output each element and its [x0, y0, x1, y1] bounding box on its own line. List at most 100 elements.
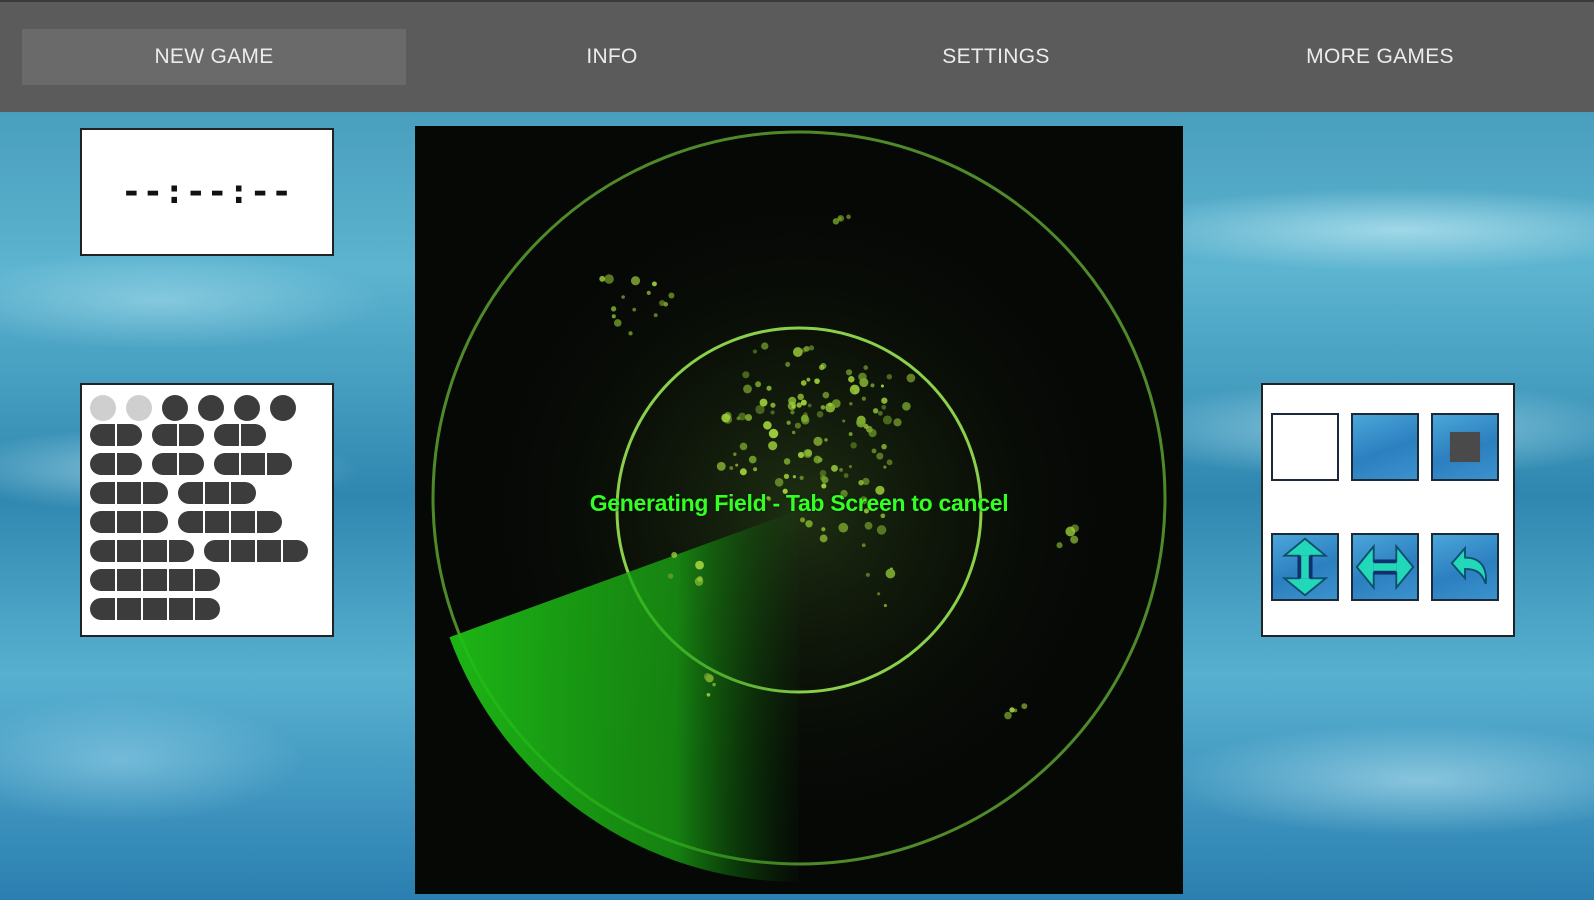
radar-blip — [876, 525, 887, 535]
radar-blip — [877, 410, 883, 416]
radar-blip — [814, 378, 820, 384]
radar-blip — [831, 464, 838, 472]
radar-blip — [766, 385, 772, 391]
radar-blip — [611, 314, 616, 319]
radar-blip — [848, 376, 855, 383]
new-game-button[interactable]: NEW GAME — [22, 29, 406, 85]
radar-blip — [871, 448, 877, 454]
radar-blip — [848, 465, 853, 469]
radar-blip — [736, 416, 741, 421]
radar-blip — [743, 384, 752, 394]
radar-blip — [800, 399, 807, 406]
timer-display: --:--:-- — [121, 172, 293, 212]
radar-blip — [1004, 711, 1012, 720]
radar-blip — [819, 534, 828, 543]
radar-blip — [849, 402, 853, 406]
radar-blip — [659, 300, 666, 307]
radar-blip — [885, 568, 896, 579]
radar-blip — [733, 452, 737, 457]
fleet-ship — [178, 511, 282, 533]
radar-blip — [856, 418, 866, 428]
radar-blip — [794, 422, 801, 429]
radar-blip — [902, 402, 911, 411]
fleet-ship — [152, 453, 204, 475]
fleet-ship — [178, 482, 256, 504]
radar-blip — [822, 391, 830, 399]
radar-blip — [744, 413, 753, 422]
radar-blip — [630, 276, 641, 286]
radar-blip — [880, 384, 884, 388]
radar-blip — [712, 682, 716, 687]
fleet-ship-single — [126, 395, 152, 421]
radar-blip — [694, 577, 704, 586]
tool-panel — [1261, 383, 1515, 637]
radar-blip — [770, 410, 775, 415]
radar-blip — [774, 478, 784, 487]
radar-blip — [761, 342, 769, 350]
radar-blip — [883, 603, 887, 608]
radar-blip — [883, 465, 887, 469]
radar-blip — [806, 377, 811, 382]
water-cell-button[interactable] — [1351, 413, 1419, 481]
radar-blip — [800, 380, 807, 386]
more-games-button[interactable]: MORE GAMES — [1188, 29, 1572, 85]
fleet-panel — [80, 383, 334, 637]
fleet-ship — [214, 453, 292, 475]
radar-blip — [861, 543, 866, 548]
settings-button[interactable]: SETTINGS — [804, 29, 1188, 85]
radar-blip — [803, 412, 808, 417]
radar-blip — [800, 517, 806, 523]
radar-blip — [1070, 535, 1079, 544]
generating-field-message: Generating Field - Tab Screen to cancel — [589, 490, 1009, 516]
radar-blip — [785, 361, 791, 367]
radar-blip — [604, 274, 614, 284]
fleet-ship — [90, 424, 142, 446]
radar-blip — [864, 521, 873, 530]
radar-blip — [801, 416, 810, 425]
ship-cell-button[interactable] — [1431, 413, 1499, 481]
timer-panel: --:--:-- — [80, 128, 334, 256]
radar-blip — [628, 331, 633, 336]
vertical-mode-button[interactable] — [1271, 533, 1339, 601]
top-menu-bar: NEW GAME INFO SETTINGS MORE GAMES — [0, 0, 1594, 112]
fleet-ship-single — [162, 395, 188, 421]
radar-blip — [716, 461, 726, 471]
radar-blip — [739, 442, 748, 451]
radar-blip — [881, 443, 887, 450]
radar-blip — [893, 418, 902, 427]
radar-blip — [763, 421, 772, 430]
radar-blip — [872, 408, 879, 414]
radar-blip — [850, 442, 857, 449]
radar-blip — [870, 383, 875, 388]
radar-blip — [807, 403, 812, 408]
radar-blip — [792, 475, 796, 479]
radar-blip — [621, 295, 625, 299]
game-field-radar[interactable]: Generating Field - Tab Screen to cancel — [415, 126, 1183, 894]
fleet-ship-single — [270, 395, 296, 421]
radar-blip — [838, 216, 843, 221]
radar-blip — [646, 290, 651, 295]
undo-button[interactable] — [1431, 533, 1499, 601]
radar-blip — [706, 692, 711, 697]
radar-blip — [805, 520, 813, 528]
fleet-ship — [214, 424, 266, 446]
radar-blip — [768, 428, 779, 439]
fleet-overview — [90, 395, 308, 620]
radar-blip — [791, 404, 796, 409]
radar-blip — [858, 479, 864, 486]
radar-blip — [863, 365, 869, 370]
info-button[interactable]: INFO — [420, 29, 804, 85]
radar-blip — [876, 452, 884, 460]
radar-blip — [906, 373, 916, 383]
radar-blip — [803, 345, 810, 352]
radar-blip — [804, 449, 812, 457]
radar-blip — [770, 402, 776, 408]
radar-blip — [839, 468, 843, 472]
empty-cell-button[interactable] — [1271, 413, 1339, 481]
horizontal-mode-button[interactable] — [1351, 533, 1419, 601]
fleet-ship-single — [234, 395, 260, 421]
fleet-ship — [90, 482, 168, 504]
fleet-ship — [90, 540, 194, 562]
fleet-ship — [152, 424, 204, 446]
radar-blip — [1009, 707, 1015, 713]
